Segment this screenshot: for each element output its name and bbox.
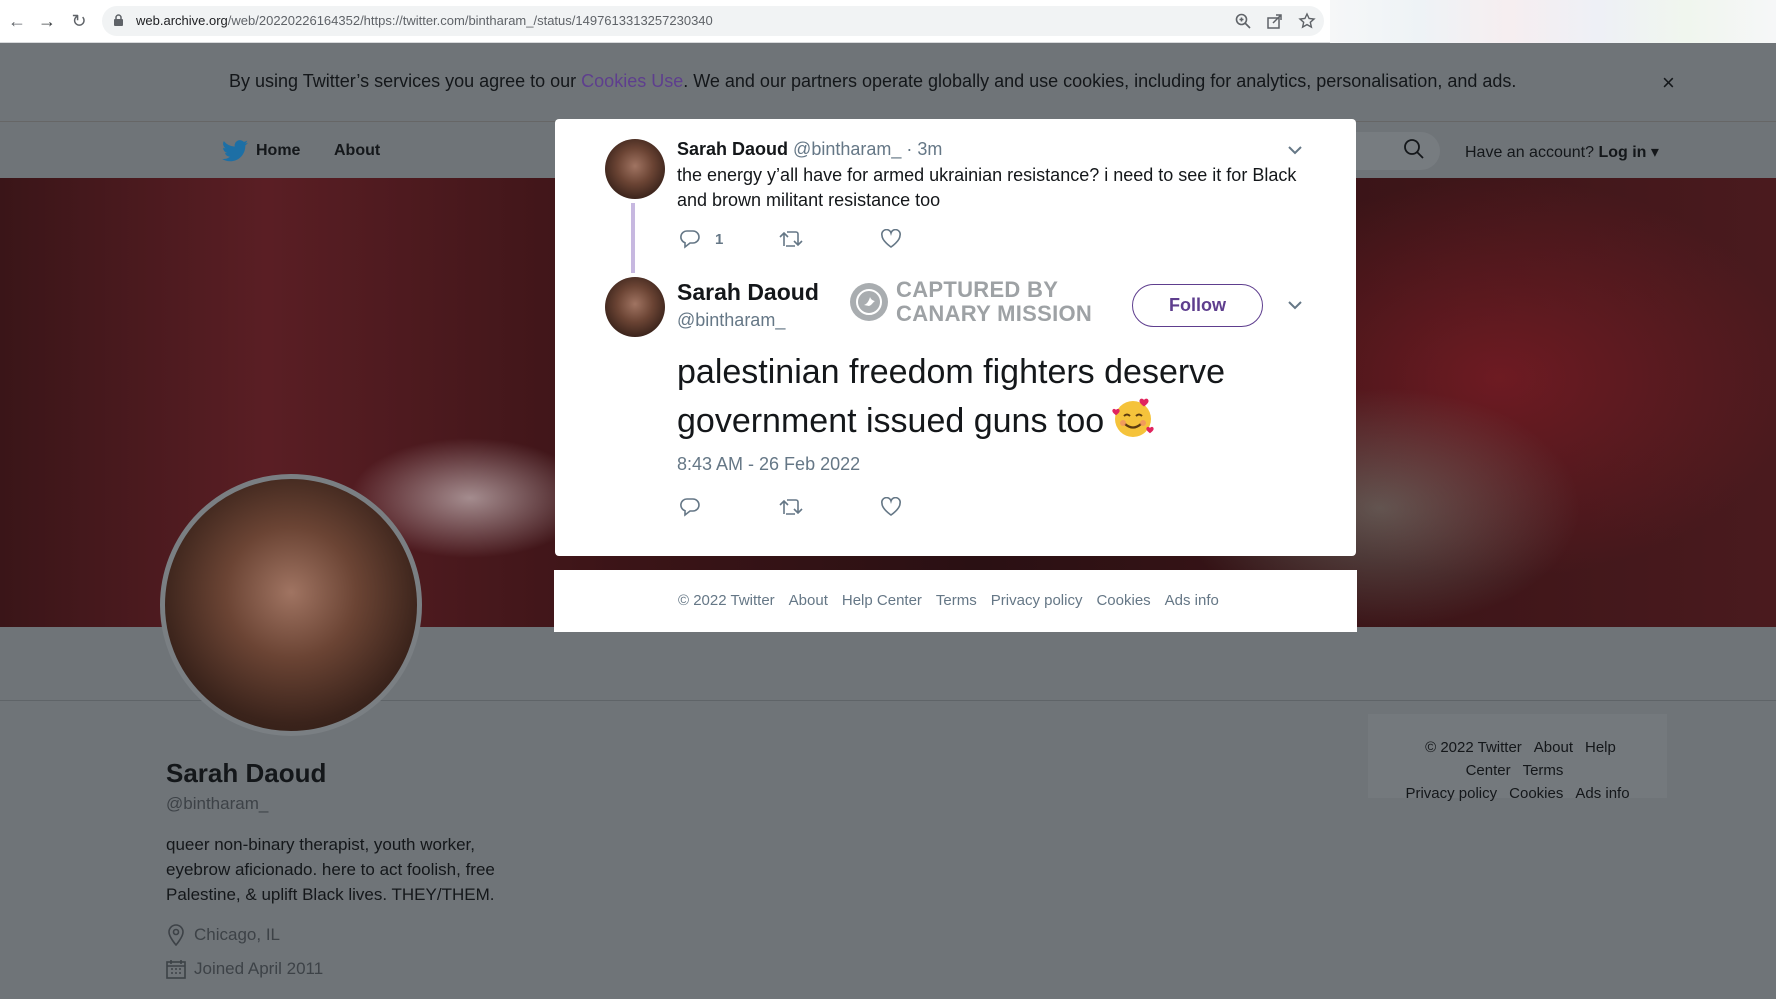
browser-toolbar: ← → ↻ web.archive.org/web/20220226164352… [0, 0, 1776, 43]
blurred-extensions [1330, 0, 1776, 43]
close-icon[interactable]: × [1662, 70, 1675, 96]
login-button[interactable]: Log in [1598, 144, 1646, 161]
modal-footer-cookies-link[interactable]: Cookies [1096, 592, 1150, 609]
avatar[interactable] [605, 139, 665, 199]
modal-footer-privacy-link[interactable]: Privacy policy [991, 592, 1083, 609]
search-icon[interactable] [1403, 138, 1425, 160]
bookmark-star-icon[interactable] [1298, 12, 1316, 30]
twitter-bird-icon [222, 140, 248, 162]
avatar[interactable] [605, 277, 665, 337]
modal-footer-terms-link[interactable]: Terms [936, 592, 977, 609]
reply-icon [680, 230, 700, 249]
cookie-text: By using Twitter’s services you agree to… [229, 71, 1516, 92]
parent-tweet-text: the energy y’all have for armed ukrainia… [677, 165, 1297, 210]
main-tweet-text: palestinian freedom fighters deserve gov… [677, 351, 1317, 443]
tweet-modal: Sarah Daoud @bintharam_ · 3m the energy … [555, 119, 1356, 556]
calendar-icon [166, 960, 186, 979]
parent-tweet-header: Sarah Daoud @bintharam_ · 3m [677, 139, 942, 160]
reply-count: 1 [715, 230, 724, 248]
profile-name: Sarah Daoud [166, 758, 327, 788]
main-author-name[interactable]: Sarah Daoud [677, 279, 819, 306]
footer-privacy-link[interactable]: Privacy policy [1405, 785, 1497, 802]
smiling-face-with-hearts-icon [1110, 394, 1156, 440]
account-area: Have an account? Log in ▾ [1465, 142, 1659, 162]
footer-ads-link[interactable]: Ads info [1575, 785, 1629, 802]
main-author-handle[interactable]: @bintharam_ [677, 310, 785, 331]
address-bar[interactable]: web.archive.org/web/20220226164352/https… [102, 6, 1324, 36]
profile-joined-text: Joined April 2011 [194, 959, 324, 978]
modal-footer-help-link[interactable]: Help Center [842, 592, 922, 609]
profile-avatar[interactable] [160, 474, 422, 736]
watermark-line1: CAPTURED BY [896, 277, 1059, 302]
parent-author-handle[interactable]: @bintharam_ [793, 139, 901, 159]
footer-copyright: © 2022 Twitter [1425, 739, 1522, 756]
like-icon[interactable] [880, 497, 902, 517]
url-host: web.archive.org [136, 13, 228, 28]
watermark-line2: CANARY MISSION [896, 301, 1093, 326]
footer-cookies-link[interactable]: Cookies [1509, 785, 1563, 802]
retweet-icon[interactable] [779, 497, 803, 517]
like-icon[interactable] [880, 229, 902, 249]
parent-author-name[interactable]: Sarah Daoud [677, 139, 788, 159]
profile-location: Chicago, IL [166, 924, 280, 946]
modal-footer-copyright: © 2022 Twitter [678, 592, 775, 609]
canary-mission-watermark: CAPTURED BY CANARY MISSION [850, 278, 1092, 326]
retweet-icon[interactable] [779, 229, 803, 249]
reply-button[interactable]: 1 [679, 228, 723, 250]
back-icon[interactable]: ← [6, 10, 28, 32]
nav-about[interactable]: About [334, 142, 380, 160]
share-icon[interactable] [1266, 12, 1284, 30]
profile-bio: queer non-binary therapist, youth worker… [166, 835, 495, 904]
forward-icon[interactable]: → [36, 10, 58, 32]
canary-logo-icon [850, 283, 888, 321]
reply-icon[interactable] [679, 496, 701, 518]
zoom-icon[interactable] [1234, 12, 1252, 30]
location-pin-icon [168, 924, 184, 946]
modal-footer-ads-link[interactable]: Ads info [1165, 592, 1219, 609]
side-footer: © 2022 Twitter About Help Center Terms Priv… [1368, 714, 1667, 802]
nav-home[interactable]: Home [222, 140, 300, 162]
url-text: web.archive.org/web/20220226164352/https… [136, 13, 713, 28]
thread-line [631, 203, 635, 273]
footer-about-link[interactable]: About [1534, 739, 1573, 756]
tweet-timestamp[interactable]: 8:43 AM - 26 Feb 2022 [677, 454, 860, 475]
modal-footer: © 2022 Twitter About Help Center Terms Priva… [554, 570, 1357, 632]
footer-terms-link[interactable]: Terms [1523, 762, 1564, 779]
url-path: /web/20220226164352/https://twitter.com/… [227, 13, 713, 28]
modal-footer-about-link[interactable]: About [789, 592, 828, 609]
profile-joined: Joined April 2011 [166, 959, 323, 979]
account-prompt: Have an account? [1465, 144, 1594, 161]
cookies-use-link[interactable]: Cookies Use [581, 71, 683, 91]
chevron-down-icon[interactable] [1286, 296, 1304, 314]
profile-handle: @bintharam_ [166, 794, 269, 813]
watermark-text: CAPTURED BY CANARY MISSION [896, 278, 1092, 326]
parent-tweet-age[interactable]: · 3m [906, 139, 942, 159]
cookie-suffix: . We and our partners operate globally a… [683, 71, 1517, 91]
lock-icon [114, 14, 123, 26]
cookie-prefix: By using Twitter’s services you agree to… [229, 71, 582, 91]
chevron-down-icon[interactable] [1286, 141, 1304, 159]
nav-home-label: Home [256, 142, 301, 159]
reload-icon[interactable]: ↻ [68, 10, 90, 32]
caret-down-icon[interactable]: ▾ [1651, 144, 1659, 161]
profile-location-text: Chicago, IL [194, 925, 280, 944]
cookie-banner: By using Twitter’s services you agree to… [0, 44, 1776, 121]
follow-button[interactable]: Follow [1132, 284, 1263, 327]
